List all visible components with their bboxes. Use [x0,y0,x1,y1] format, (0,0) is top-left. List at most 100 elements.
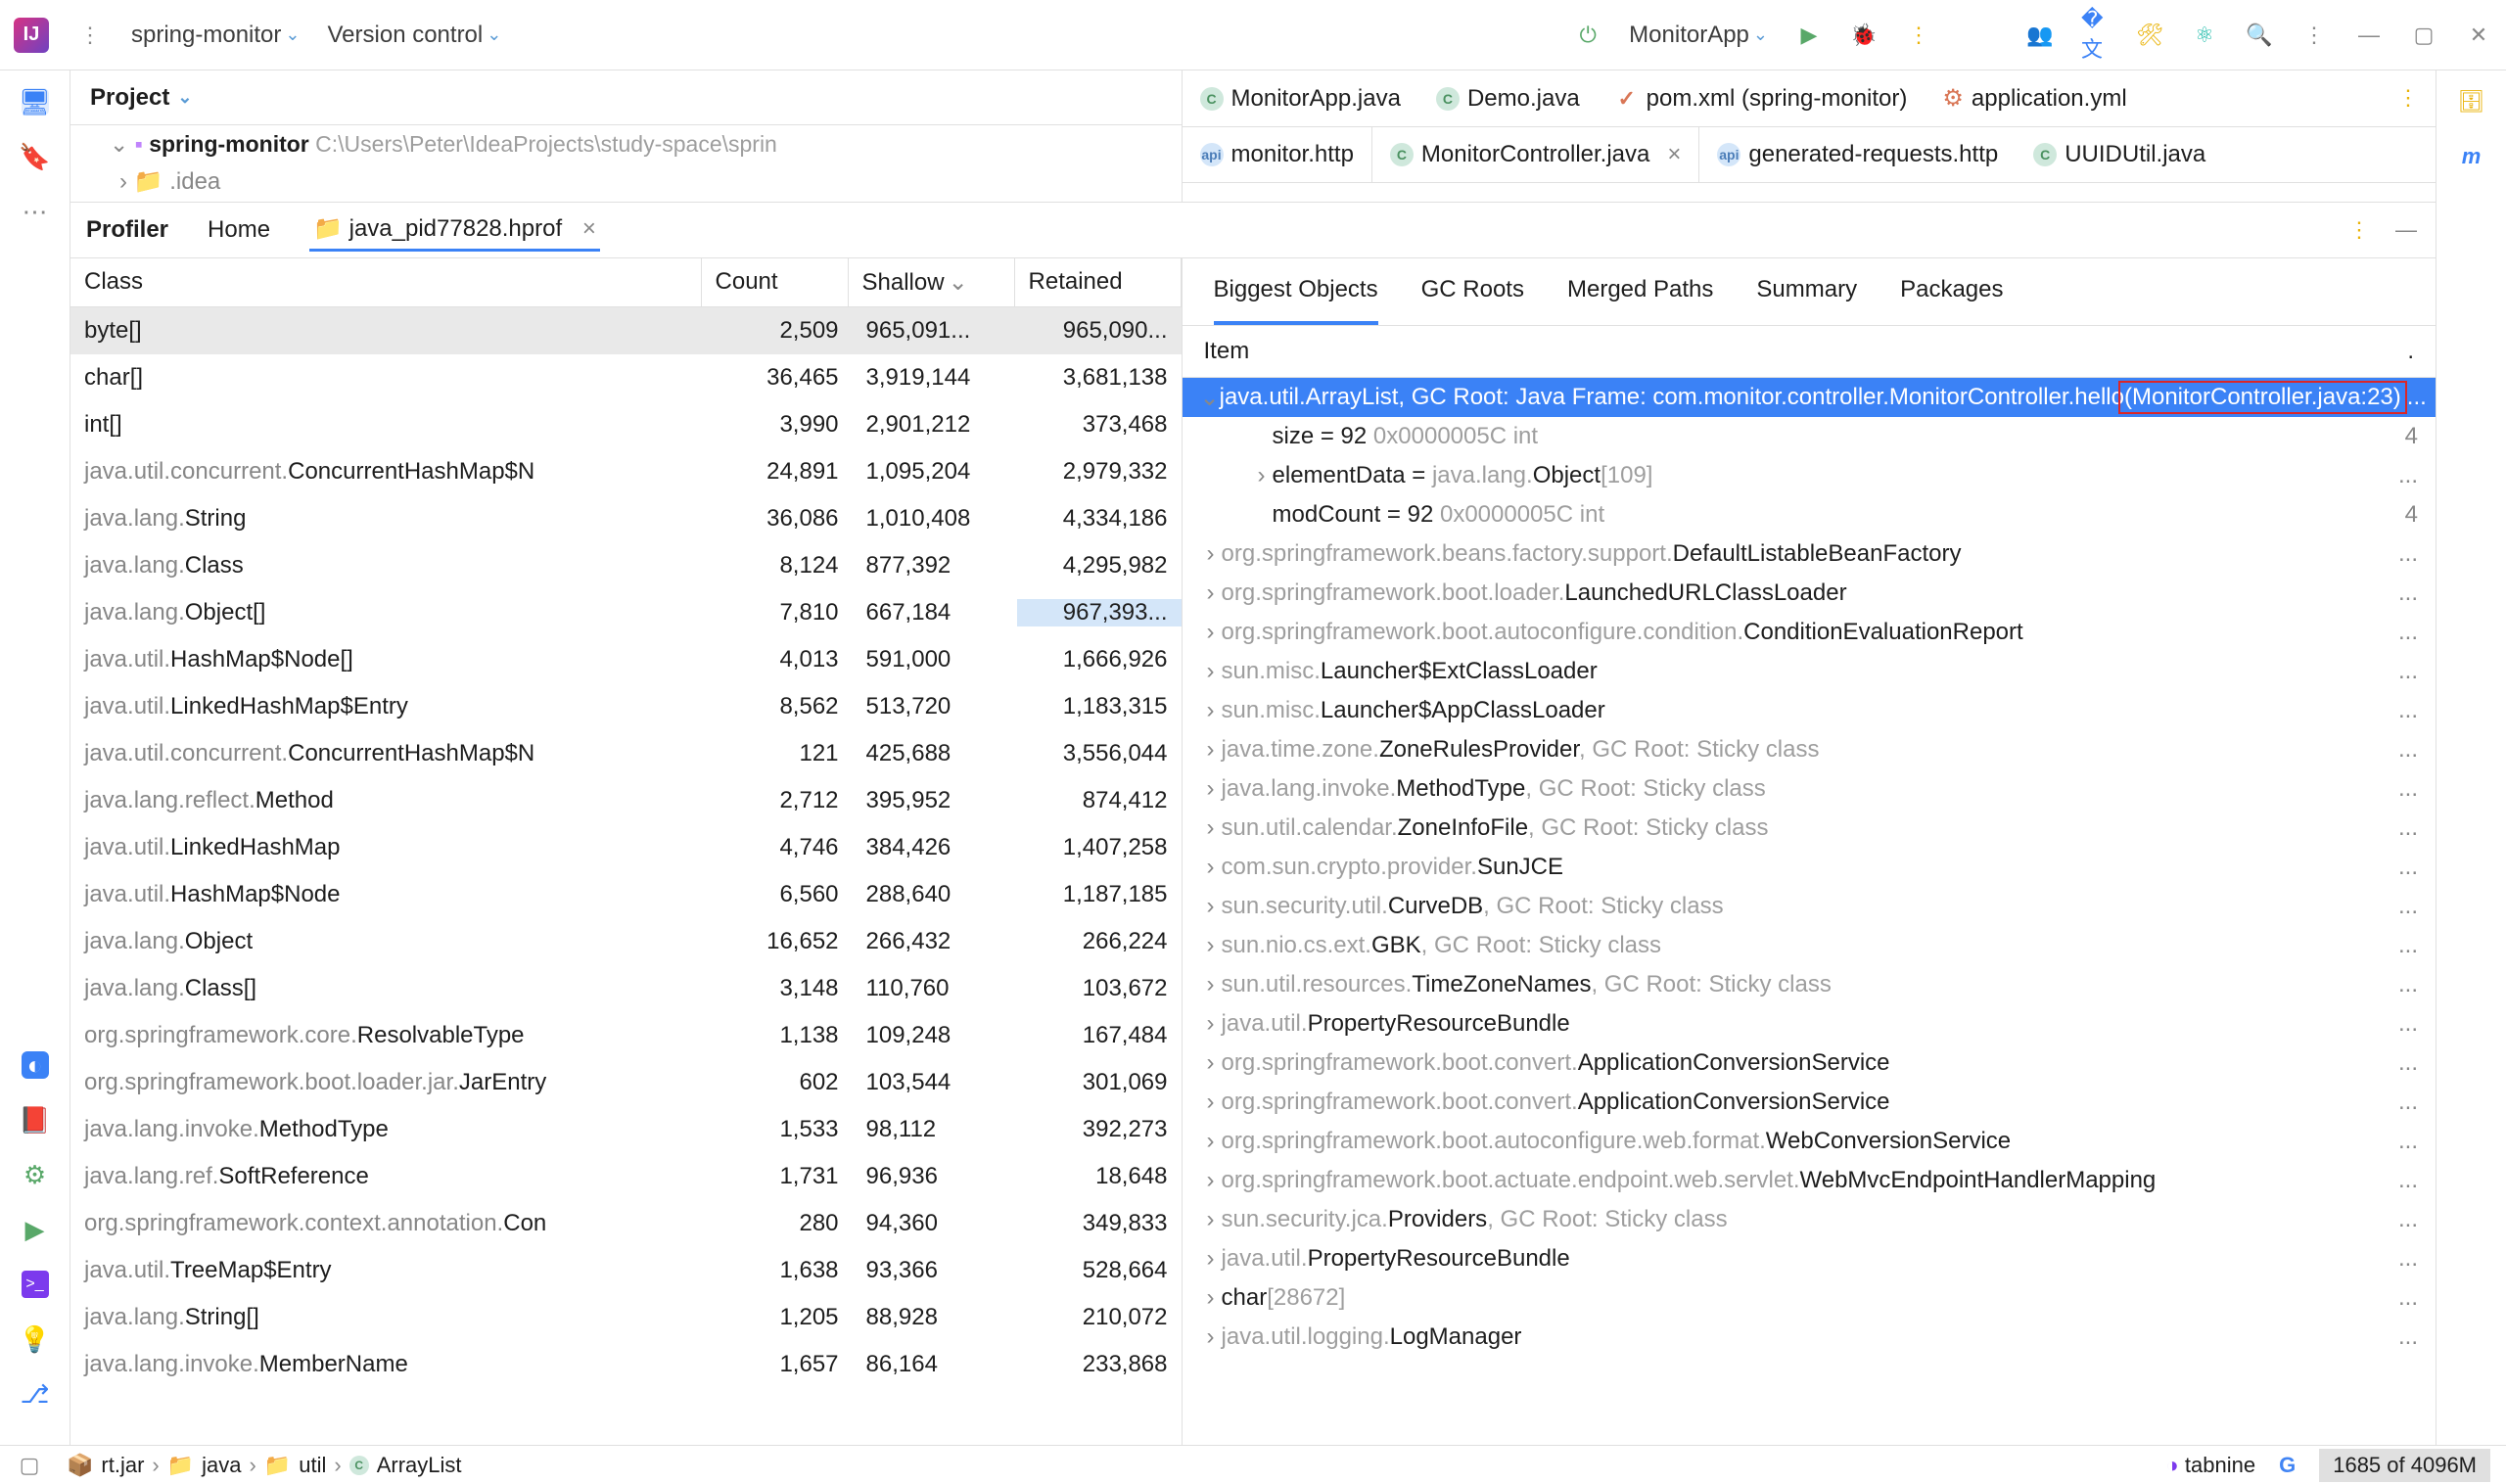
table-row[interactable]: java.util.concurrent.ConcurrentHashMap$N… [70,730,1182,777]
col-count[interactable]: Count [702,258,849,306]
tree-row[interactable]: › elementData = java.lang.Object[109]... [1183,456,2436,495]
vcs-dropdown[interactable]: Version control ⌄ [327,22,501,49]
maximize-icon[interactable]: ▢ [2410,22,2437,49]
table-row[interactable]: java.lang.invoke.MethodType 1,533 98,112… [70,1106,1182,1153]
obj-tab[interactable]: Biggest Objects [1214,258,1378,325]
close-icon[interactable]: ✕ [2465,22,2492,49]
tree-row[interactable]: modCount = 92 0x0000005C int4 [1183,495,2436,534]
menu-icon[interactable]: ⋮ [76,22,104,49]
obj-tab[interactable]: Packages [1900,258,2003,325]
table-row[interactable]: java.lang.Class[] 3,148 110,760 103,672 [70,965,1182,1012]
tree-row[interactable]: › sun.misc.Launcher$AppClassLoader... [1183,691,2436,730]
tool1-icon[interactable]: ◐ [22,1051,49,1079]
tree-row[interactable]: › org.springframework.boot.convert.Appli… [1183,1043,2436,1083]
table-row[interactable]: char[] 36,465 3,919,144 3,681,138 [70,354,1182,401]
editor-tab[interactable]: ⚙ application.yml [1925,70,2144,126]
maven-icon[interactable]: m [2458,143,2485,170]
table-row[interactable]: java.util.HashMap$Node 6,560 288,640 1,1… [70,871,1182,918]
tool5-icon[interactable]: 💡 [22,1325,49,1353]
tree-row[interactable]: size = 92 0x0000005C int4 [1183,417,2436,456]
project-root[interactable]: ⌄ ▪ spring-monitor C:\Users\Peter\IdeaPr… [70,125,1182,167]
table-row[interactable]: java.lang.Object[] 7,810 667,184 967,393… [70,589,1182,636]
more-run-icon[interactable]: ⋮ [1905,22,1932,49]
tree-row[interactable]: › org.springframework.boot.autoconfigure… [1183,1122,2436,1161]
project-dropdown[interactable]: spring-monitor ⌄ [131,22,300,49]
tree-row[interactable]: › java.time.zone.ZoneRulesProvider, GC R… [1183,730,2436,769]
more-tools-icon[interactable]: ⋯ [22,198,49,225]
tree-row[interactable]: › org.springframework.beans.factory.supp… [1183,534,2436,574]
profiler-minimize-icon[interactable]: — [2392,216,2420,244]
table-row[interactable]: java.lang.String[] 1,205 88,928 210,072 [70,1294,1182,1341]
tree-row[interactable]: › java.util.PropertyResourceBundle... [1183,1239,2436,1278]
tree-row[interactable]: › char[28672]... [1183,1278,2436,1318]
editor-tab[interactable]: api monitor.http [1183,127,1371,182]
bookmarks-icon[interactable]: 🔖 [22,143,49,170]
obj-tab[interactable]: GC Roots [1421,258,1524,325]
tree-col-dot[interactable]: . [2407,338,2414,365]
tree-row[interactable]: › sun.misc.Launcher$ExtClassLoader... [1183,652,2436,691]
obj-tab[interactable]: Merged Paths [1567,258,1713,325]
code-with-me-icon[interactable]: 👥 [2026,22,2054,49]
project-sub[interactable]: › 📁 .idea [70,167,1182,202]
status-tool-icon[interactable]: ▢ [16,1452,43,1479]
translate-icon[interactable]: �文 [2081,22,2109,49]
editor-tab[interactable]: C MonitorController.java × [1371,127,1699,182]
db-icon[interactable]: 🗄 [2458,88,2485,116]
git-icon[interactable]: ⎇ [22,1380,49,1408]
editor-tab[interactable]: C UUIDUtil.java [2016,127,2223,182]
memory-indicator[interactable]: 1685 of 4096M [2319,1449,2490,1482]
tree-row[interactable]: ⌄ java.util.ArrayList, GC Root: Java Fra… [1183,378,2436,417]
google-icon[interactable]: G [2279,1453,2296,1478]
project-panel-header[interactable]: Project ⌄ [70,70,1182,125]
tool4-icon[interactable]: ▶ [22,1216,49,1243]
tool3-icon[interactable]: ⚙ [22,1161,49,1188]
tree-row[interactable]: › sun.util.calendar.ZoneInfoFile, GC Roo… [1183,809,2436,848]
table-row[interactable]: java.lang.String 36,086 1,010,408 4,334,… [70,495,1182,542]
tree-row[interactable]: › org.springframework.boot.convert.Appli… [1183,1083,2436,1122]
settings-more-icon[interactable]: ⋮ [2300,22,2328,49]
tree-row[interactable]: › sun.security.jca.Providers, GC Root: S… [1183,1200,2436,1239]
breadcrumb[interactable]: 📦 rt.jar › 📁 java › 📁 util › C ArrayList [67,1453,461,1478]
atom-icon[interactable]: ⚛ [2191,22,2218,49]
table-row[interactable]: java.lang.Object 16,652 266,432 266,224 [70,918,1182,965]
tree-row[interactable]: › sun.nio.cs.ext.GBK, GC Root: Sticky cl… [1183,926,2436,965]
table-row[interactable]: org.springframework.core.ResolvableType … [70,1012,1182,1059]
terminal-icon[interactable]: >_ [22,1271,49,1298]
tabnine-label[interactable]: ◑ tabnine [2165,1453,2255,1478]
table-row[interactable]: java.lang.reflect.Method 2,712 395,952 8… [70,777,1182,824]
tree-row[interactable]: › sun.security.util.CurveDB, GC Root: St… [1183,887,2436,926]
table-row[interactable]: byte[] 2,509 965,091... 965,090... [70,307,1182,354]
profiler-home-tab[interactable]: Home [204,210,274,250]
table-row[interactable]: int[] 3,990 2,901,212 373,468 [70,401,1182,448]
tool2-icon[interactable]: 📕 [22,1106,49,1134]
table-row[interactable]: java.util.HashMap$Node[] 4,013 591,000 1… [70,636,1182,683]
tree-row[interactable]: › java.util.logging.LogManager... [1183,1318,2436,1357]
editor-tab[interactable]: C Demo.java [1418,70,1598,126]
tree-row[interactable]: › com.sun.crypto.provider.SunJCE... [1183,848,2436,887]
obj-tab[interactable]: Summary [1756,258,1857,325]
minimize-icon[interactable]: — [2355,22,2383,49]
tabs-more-icon[interactable]: ⋮ [2394,84,2422,112]
tree-row[interactable]: › org.springframework.boot.loader.Launch… [1183,574,2436,613]
editor-tab[interactable]: C MonitorApp.java [1183,70,1418,126]
table-row[interactable]: java.util.concurrent.ConcurrentHashMap$N… [70,448,1182,495]
tree-row[interactable]: › sun.util.resources.TimeZoneNames, GC R… [1183,965,2436,1004]
profiler-file-tab[interactable]: 📁 java_pid77828.hprof × [309,209,600,252]
table-row[interactable]: org.springframework.context.annotation.C… [70,1200,1182,1247]
project-tool-icon[interactable]: 🖥 [22,88,49,116]
table-row[interactable]: java.lang.invoke.MemberName 1,657 86,164… [70,1341,1182,1388]
col-shallow[interactable]: Shallow ⌄ [849,258,1015,306]
run-icon[interactable]: ▶ [1795,22,1823,49]
table-row[interactable]: java.util.LinkedHashMap$Entry 8,562 513,… [70,683,1182,730]
profiler-more-icon[interactable]: ⋮ [2345,216,2373,244]
tree-row[interactable]: › java.util.PropertyResourceBundle... [1183,1004,2436,1043]
table-row[interactable]: org.springframework.boot.loader.jar.JarE… [70,1059,1182,1106]
table-row[interactable]: java.lang.Class 8,124 877,392 4,295,982 [70,542,1182,589]
table-row[interactable]: java.util.TreeMap$Entry 1,638 93,366 528… [70,1247,1182,1294]
tree-row[interactable]: › java.lang.invoke.MethodType, GC Root: … [1183,769,2436,809]
tree-row[interactable]: › org.springframework.boot.autoconfigure… [1183,613,2436,652]
ide-settings-icon[interactable]: 🛠 [2136,22,2163,49]
editor-tab[interactable]: api generated-requests.http [1699,127,2016,182]
table-row[interactable]: java.util.LinkedHashMap 4,746 384,426 1,… [70,824,1182,871]
tree-col-item[interactable]: Item [1204,338,1250,365]
